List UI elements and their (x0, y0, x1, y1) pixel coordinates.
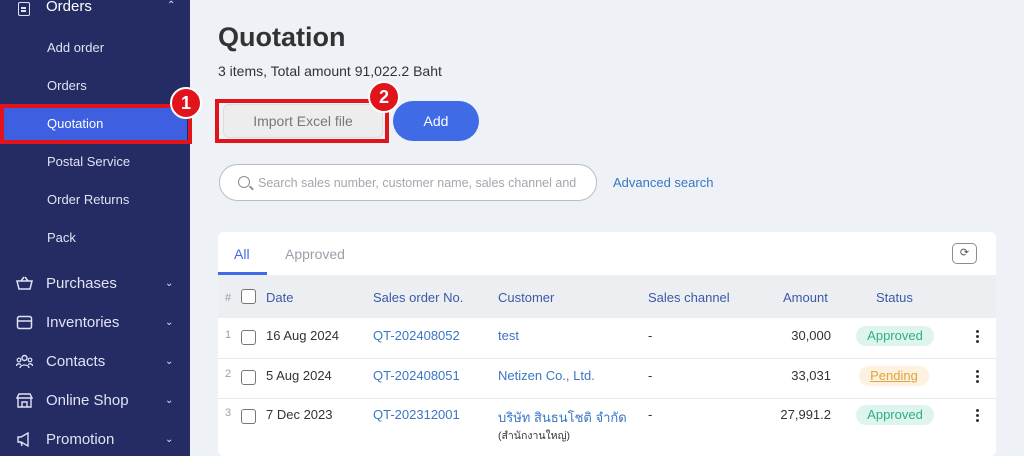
more-options-icon[interactable] (976, 370, 980, 385)
sidebar-item-order-returns[interactable]: Order Returns (0, 181, 190, 219)
basket-icon (16, 276, 33, 290)
search-input[interactable] (258, 173, 588, 193)
row-order-no-link[interactable]: QT-202408051 (373, 368, 460, 383)
column-header-amount[interactable]: Amount (783, 290, 828, 305)
chevron-down-icon: ⌄ (165, 356, 174, 367)
column-header-date[interactable]: Date (266, 290, 293, 305)
clipboard-icon (18, 2, 30, 16)
status-badge: Approved (856, 326, 934, 346)
tab-approved[interactable]: Approved (285, 246, 345, 262)
row-sales-channel: - (648, 368, 653, 383)
sidebar-item-label: Contacts (46, 353, 106, 370)
sidebar-item-pack[interactable]: Pack (0, 219, 190, 257)
highlight-box-import (215, 99, 389, 143)
row-customer-link[interactable]: Netizen Co., Ltd. (498, 368, 595, 383)
refresh-icon: ⟳ (959, 247, 970, 259)
select-all-checkbox[interactable] (241, 289, 256, 304)
row-date: 16 Aug 2024 (266, 328, 340, 343)
column-header-customer[interactable]: Customer (498, 290, 554, 305)
column-header-order-no[interactable]: Sales order No. (373, 290, 463, 305)
sidebar-item-label: Promotion (46, 431, 115, 448)
row-sales-channel: - (648, 328, 653, 343)
row-number: 1 (225, 329, 232, 341)
status-badge: Approved (856, 405, 934, 425)
column-header-status[interactable]: Status (876, 290, 913, 305)
tab-all[interactable]: All (234, 246, 250, 262)
highlight-box-quotation (0, 104, 192, 144)
sidebar-item-label: Purchases (46, 275, 117, 292)
sidebar-item-label: Inventories (46, 314, 120, 331)
people-icon (16, 354, 33, 369)
row-customer-link[interactable]: บริษัท สินธนโชติ จำกัด (498, 407, 627, 428)
add-button[interactable]: Add (393, 101, 479, 141)
table-row[interactable]: 3 7 Dec 2023 QT-202312001 บริษัท สินธนโช… (218, 399, 996, 456)
sidebar-item-contacts[interactable]: Contacts ⌄ (0, 342, 190, 381)
row-amount: 27,991.2 (780, 407, 831, 422)
shop-icon (16, 393, 33, 408)
page-subtitle: 3 items, Total amount 91,022.2 Baht (218, 63, 442, 79)
row-customer-branch: (สำนักงานใหญ่) (498, 430, 571, 442)
table-row[interactable]: 2 5 Aug 2024 QT-202408051 Netizen Co., L… (218, 359, 996, 398)
sidebar-section-orders[interactable]: Orders ⌃ (0, 0, 190, 28)
refresh-button[interactable]: ⟳ (952, 243, 977, 264)
sidebar-item-add-order[interactable]: Add order (0, 29, 190, 67)
row-date: 5 Aug 2024 (266, 368, 332, 383)
search-icon (238, 176, 250, 188)
sidebar-item-promotion[interactable]: Promotion ⌄ (0, 420, 190, 456)
column-header-number: # (225, 292, 232, 304)
row-checkbox[interactable] (241, 409, 256, 424)
more-options-icon[interactable] (976, 409, 980, 424)
chevron-down-icon: ⌄ (165, 278, 174, 289)
column-header-sales-channel[interactable]: Sales channel (648, 290, 730, 305)
row-number: 2 (225, 368, 232, 380)
megaphone-icon (17, 432, 29, 447)
box-icon (16, 315, 33, 330)
chevron-down-icon: ⌄ (165, 395, 174, 406)
sidebar-item-inventories[interactable]: Inventories ⌄ (0, 303, 190, 342)
search-box[interactable] (219, 164, 597, 201)
sidebar-item-online-shop[interactable]: Online Shop ⌄ (0, 381, 190, 420)
sidebar: Orders ⌃ Add order Orders Quotation Post… (0, 0, 190, 456)
step-badge-1: 1 (170, 87, 202, 119)
quotation-card: All Approved ⟳ # Date Sales order No. Cu… (218, 232, 996, 456)
row-date: 7 Dec 2023 (266, 407, 333, 422)
page-title: Quotation (218, 22, 346, 52)
chevron-up-icon: ⌃ (167, 0, 176, 11)
row-checkbox[interactable] (241, 330, 256, 345)
row-number: 3 (225, 407, 232, 419)
row-customer-link[interactable]: test (498, 328, 519, 343)
row-order-no-link[interactable]: QT-202312001 (373, 407, 460, 422)
sidebar-item-orders[interactable]: Orders (0, 67, 190, 105)
sidebar-item-purchases[interactable]: Purchases ⌄ (0, 264, 190, 303)
row-sales-channel: - (648, 407, 653, 422)
more-options-icon[interactable] (976, 330, 980, 345)
sidebar-item-postal-service[interactable]: Postal Service (0, 143, 190, 181)
sidebar-section-label: Orders (46, 0, 92, 15)
sidebar-item-label: Online Shop (46, 392, 129, 409)
table-header: # Date Sales order No. Customer Sales ch… (218, 275, 996, 318)
row-order-no-link[interactable]: QT-202408052 (373, 328, 460, 343)
row-checkbox[interactable] (241, 370, 256, 385)
advanced-search-link[interactable]: Advanced search (613, 175, 713, 190)
chevron-down-icon: ⌄ (165, 317, 174, 328)
row-amount: 30,000 (791, 328, 831, 343)
status-badge[interactable]: Pending (859, 366, 929, 386)
step-badge-2: 2 (368, 81, 400, 113)
table-row[interactable]: 1 16 Aug 2024 QT-202408052 test - 30,000… (218, 318, 996, 358)
chevron-down-icon: ⌄ (165, 434, 174, 445)
row-amount: 33,031 (791, 368, 831, 383)
